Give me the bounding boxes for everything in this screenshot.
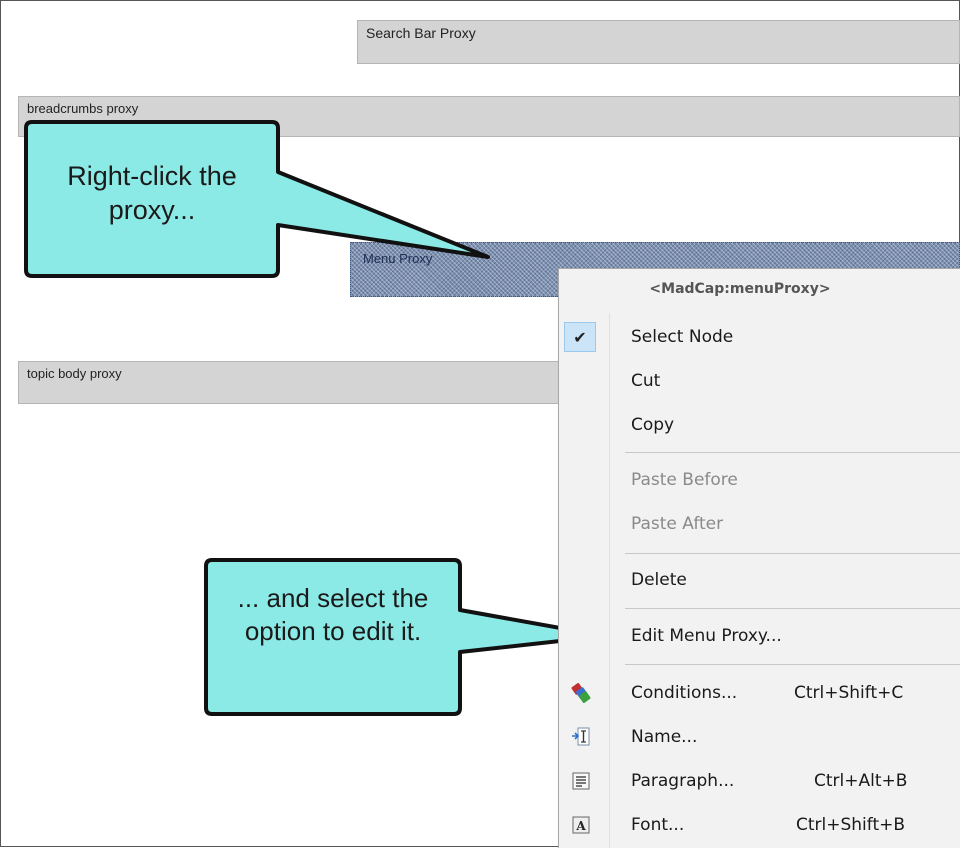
name-icon (568, 724, 594, 750)
menu-separator (625, 452, 960, 453)
search-bar-proxy-label: Search Bar Proxy (366, 25, 476, 41)
menu-item-font[interactable]: A Font... Ctrl+Shift+B (559, 803, 960, 847)
breadcrumbs-proxy[interactable]: breadcrumbs proxy (18, 96, 960, 137)
callout-select-option-text: ... and select the option to edit it. (237, 583, 429, 646)
menu-separator (625, 553, 960, 554)
menu-item-label: Cut (631, 371, 661, 391)
menu-item-label: Select Node (631, 327, 734, 347)
menu-item-paste-before[interactable]: Paste Before (559, 458, 960, 502)
menu-item-label: Edit Menu Proxy... (631, 626, 782, 646)
menu-item-label: Conditions... (631, 683, 738, 703)
menu-item-shortcut: Ctrl+Alt+B (814, 771, 908, 791)
menu-item-label: Paste After (631, 514, 724, 534)
menu-proxy-label: Menu Proxy (363, 251, 433, 266)
menu-item-paste-after[interactable]: Paste After (559, 502, 960, 546)
menu-item-select-node[interactable]: ✔ Select Node (559, 315, 960, 359)
callout-right-click-text: Right-click the proxy... (67, 161, 237, 225)
paragraph-icon (568, 768, 594, 794)
menu-item-shortcut: Ctrl+Shift+C (794, 683, 904, 703)
conditions-icon (568, 680, 594, 706)
topic-body-proxy[interactable]: topic body proxy (18, 361, 578, 404)
menu-item-label: Name... (631, 727, 698, 747)
menu-item-conditions[interactable]: Conditions... Ctrl+Shift+C (559, 671, 960, 715)
menu-item-label: Paragraph... (631, 771, 735, 791)
checkmark-icon: ✔ (564, 322, 596, 352)
topic-body-proxy-label: topic body proxy (27, 366, 122, 381)
menu-item-label: Delete (631, 570, 687, 590)
menu-item-paragraph[interactable]: Paragraph... Ctrl+Alt+B (559, 759, 960, 803)
menu-item-delete[interactable]: Delete (559, 558, 960, 602)
menu-item-label: Paste Before (631, 470, 738, 490)
context-menu: <MadCap:menuProxy> ✔ Select Node Cut Cop… (558, 268, 960, 848)
context-menu-header: <MadCap:menuProxy> (649, 281, 831, 297)
menu-item-name[interactable]: Name... (559, 715, 960, 759)
menu-item-edit-menu-proxy[interactable]: Edit Menu Proxy... (559, 614, 960, 658)
menu-item-copy[interactable]: Copy (559, 403, 960, 447)
menu-item-label: Copy (631, 415, 675, 435)
menu-separator (625, 664, 960, 665)
menu-item-label: Font... (631, 815, 685, 835)
search-bar-proxy[interactable]: Search Bar Proxy (357, 20, 960, 64)
menu-item-shortcut: Ctrl+Shift+B (796, 815, 906, 835)
breadcrumbs-proxy-label: breadcrumbs proxy (27, 101, 139, 116)
menu-separator (625, 608, 960, 609)
svg-text:A: A (575, 819, 586, 833)
menu-item-cut[interactable]: Cut (559, 359, 960, 403)
font-icon: A (568, 812, 594, 838)
